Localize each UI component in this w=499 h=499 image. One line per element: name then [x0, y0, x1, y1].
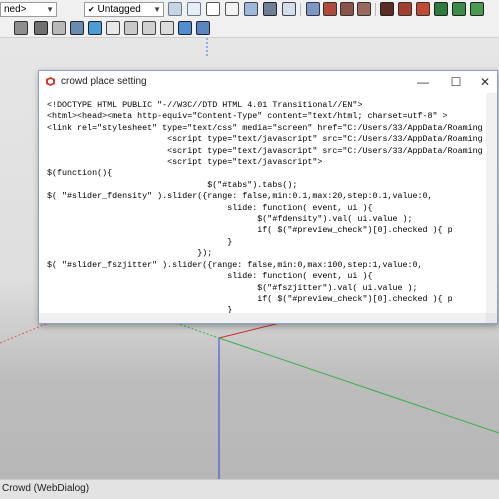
- dialog-titlebar[interactable]: crowd place setting — ☐ ✕: [39, 71, 497, 93]
- top-view-icon[interactable]: [323, 2, 337, 16]
- status-bar: Crowd (WebDialog): [0, 479, 499, 499]
- tag-combo[interactable]: ✔ Untagged ▼: [84, 2, 164, 17]
- code-line: if( $("#preview_check")[0].checked ){ p: [47, 293, 453, 304]
- back-view-icon[interactable]: [380, 2, 394, 16]
- code-line: slide: function( event, ui ){: [47, 271, 373, 282]
- shaded-textures-style-icon[interactable]: [263, 2, 277, 16]
- right-view-icon[interactable]: [357, 2, 371, 16]
- minimize-icon: —: [417, 75, 429, 89]
- toolbar-divider: [300, 3, 301, 16]
- style-combo[interactable]: ned> ▼: [0, 2, 57, 17]
- close-button[interactable]: ✕: [471, 71, 499, 93]
- code-line: if( $("#preview_check")[0].checked ){ p: [47, 225, 453, 236]
- crowd-edit-icon[interactable]: [70, 21, 84, 35]
- code-line: $("#tabs").tabs();: [47, 179, 298, 190]
- sketchup-app-icon: [46, 77, 55, 86]
- code-line: slide: function( event, ui ){: [47, 202, 373, 213]
- crowd-place-icon[interactable]: [34, 21, 48, 35]
- vertical-scrollbar[interactable]: [486, 93, 497, 313]
- xray-style-icon[interactable]: [168, 2, 182, 16]
- code-line: <script type="text/javascript" src="C:/U…: [47, 134, 483, 145]
- code-line: $("#fdensity").val( ui.value );: [47, 214, 413, 225]
- smoove-icon[interactable]: [470, 2, 484, 16]
- chevron-down-icon[interactable]: ▼: [46, 3, 54, 16]
- dialog-title: crowd place setting: [61, 76, 147, 87]
- code-line: <script type="text/javascript">: [47, 157, 323, 168]
- tag-combo-value: Untagged: [97, 4, 141, 15]
- code-line: $( "#slider_fdensity" ).slider({range: f…: [47, 191, 433, 202]
- toolbar-row-2: [0, 19, 499, 38]
- code-line: $(function(){: [47, 168, 113, 179]
- hidden-line-style-icon[interactable]: [225, 2, 239, 16]
- horizontal-scrollbar[interactable]: [39, 313, 486, 323]
- dialog-content: <!DOCTYPE HTML PUBLIC "-//W3C//DTD HTML …: [39, 93, 486, 313]
- status-text: Crowd (WebDialog): [2, 483, 90, 494]
- iso-view-icon[interactable]: [306, 2, 320, 16]
- crowd-select-icon[interactable]: [88, 21, 102, 35]
- code-line: }: [47, 305, 233, 313]
- code-line: <!DOCTYPE HTML PUBLIC "-//W3C//DTD HTML …: [47, 100, 363, 110]
- minimize-button[interactable]: —: [409, 71, 437, 93]
- toolbar-row-1: ned> ▼ ✔ Untagged ▼: [0, 0, 499, 19]
- code-line: });: [47, 248, 213, 259]
- crowd-grid-icon[interactable]: [106, 21, 120, 35]
- crowd-place-dialog: crowd place setting — ☐ ✕ <!DOCTYPE HTML…: [38, 70, 498, 324]
- crowd-tool-icon[interactable]: [14, 21, 28, 35]
- code-line: }: [47, 236, 233, 247]
- green-axis: [218, 337, 499, 434]
- crowd-settings-icon[interactable]: [52, 21, 66, 35]
- crowd-help-icon[interactable]: [196, 21, 210, 35]
- scrollbar-corner: [486, 313, 497, 323]
- main-toolbar: ned> ▼ ✔ Untagged ▼: [0, 0, 499, 38]
- maximize-button[interactable]: ☐: [442, 71, 470, 93]
- crowd-random-icon[interactable]: [142, 21, 156, 35]
- bottom-view-icon[interactable]: [416, 2, 430, 16]
- html-source-text: <!DOCTYPE HTML PUBLIC "-//W3C//DTD HTML …: [47, 100, 483, 313]
- monochrome-style-icon[interactable]: [282, 2, 296, 16]
- sandbox-icon[interactable]: [434, 2, 448, 16]
- toolbar-divider: [375, 3, 376, 16]
- code-line: <link rel="stylesheet" type="text/css" m…: [47, 122, 483, 133]
- crowd-info-icon[interactable]: [178, 21, 192, 35]
- crowd-scale-icon[interactable]: [160, 21, 174, 35]
- style-combo-value: ned>: [4, 4, 27, 15]
- chevron-down-icon[interactable]: ▼: [153, 3, 161, 16]
- wireframe-style-icon[interactable]: [206, 2, 220, 16]
- code-line: $("#fszjitter").val( ui.value );: [47, 282, 418, 293]
- code-line: $( "#slider_fszjitter" ).slider({range: …: [47, 259, 423, 270]
- crowd-delete-icon[interactable]: [124, 21, 138, 35]
- code-line: <html><head><meta http-equiv="Content-Ty…: [47, 111, 448, 122]
- left-view-icon[interactable]: [398, 2, 412, 16]
- front-view-icon[interactable]: [340, 2, 354, 16]
- shaded-style-icon[interactable]: [244, 2, 258, 16]
- terrain-icon[interactable]: [452, 2, 466, 16]
- close-icon: ✕: [479, 75, 491, 89]
- maximize-icon: ☐: [450, 75, 462, 89]
- check-icon: ✔: [88, 5, 95, 14]
- code-line: <script type="text/javascript" src="C:/U…: [47, 145, 483, 156]
- back-edges-style-icon[interactable]: [187, 2, 201, 16]
